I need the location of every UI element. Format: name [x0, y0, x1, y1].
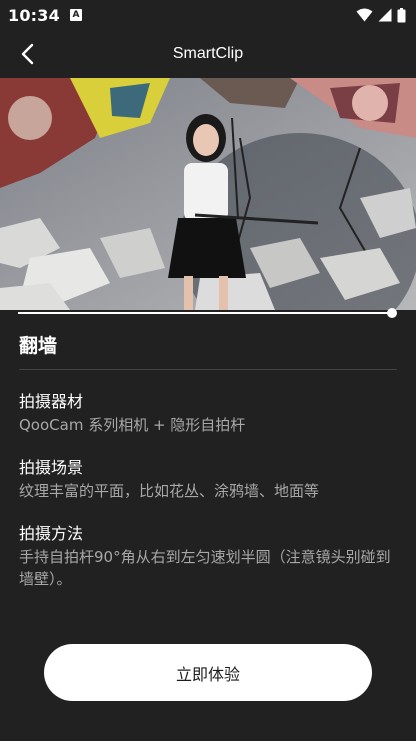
- battery-icon: [397, 7, 406, 22]
- notification-app-icon: A: [69, 9, 82, 21]
- graffiti-wall-image: [0, 78, 416, 310]
- status-left: 10:34 A: [8, 6, 82, 25]
- app-bar: SmartClip: [0, 30, 416, 78]
- info-label: 拍摄方法: [19, 524, 84, 543]
- progress-fill: [18, 312, 392, 314]
- content: 翻墙 拍摄器材 QooCam 系列相机 + 隐形自拍杆 拍摄场景 纹理丰富的平面…: [19, 330, 397, 590]
- progress-thumb[interactable]: [387, 308, 397, 318]
- video-progress-bar[interactable]: [18, 308, 397, 318]
- video-preview[interactable]: [0, 78, 416, 310]
- info-method: 拍摄方法 手持自拍杆90°角从右到左匀速划半圆（注意镜头别碰到墙壁）。: [19, 523, 397, 590]
- status-right: [356, 7, 406, 23]
- info-scene: 拍摄场景 纹理丰富的平面，比如花丛、涂鸦墙、地面等: [19, 457, 397, 502]
- info-label: 拍摄场景: [19, 458, 84, 477]
- cellular-signal-icon: [378, 8, 392, 22]
- app-title: SmartClip: [172, 45, 244, 62]
- info-value: 手持自拍杆90°角从右到左匀速划半圆（注意镜头别碰到墙壁）。: [19, 548, 391, 588]
- section-title: 翻墙: [19, 335, 58, 357]
- info-value: QooCam 系列相机 + 隐形自拍杆: [19, 416, 246, 434]
- try-now-button[interactable]: 立即体验: [44, 644, 372, 701]
- info-value: 纹理丰富的平面，比如花丛、涂鸦墙、地面等: [19, 482, 320, 500]
- back-arrow-icon[interactable]: [16, 42, 40, 66]
- info-label: 拍摄器材: [19, 392, 84, 411]
- status-time: 10:34: [8, 5, 60, 25]
- divider: [19, 369, 397, 370]
- info-equipment: 拍摄器材 QooCam 系列相机 + 隐形自拍杆: [19, 391, 397, 436]
- status-bar: 10:34 A: [0, 0, 416, 30]
- wifi-icon: [356, 8, 373, 22]
